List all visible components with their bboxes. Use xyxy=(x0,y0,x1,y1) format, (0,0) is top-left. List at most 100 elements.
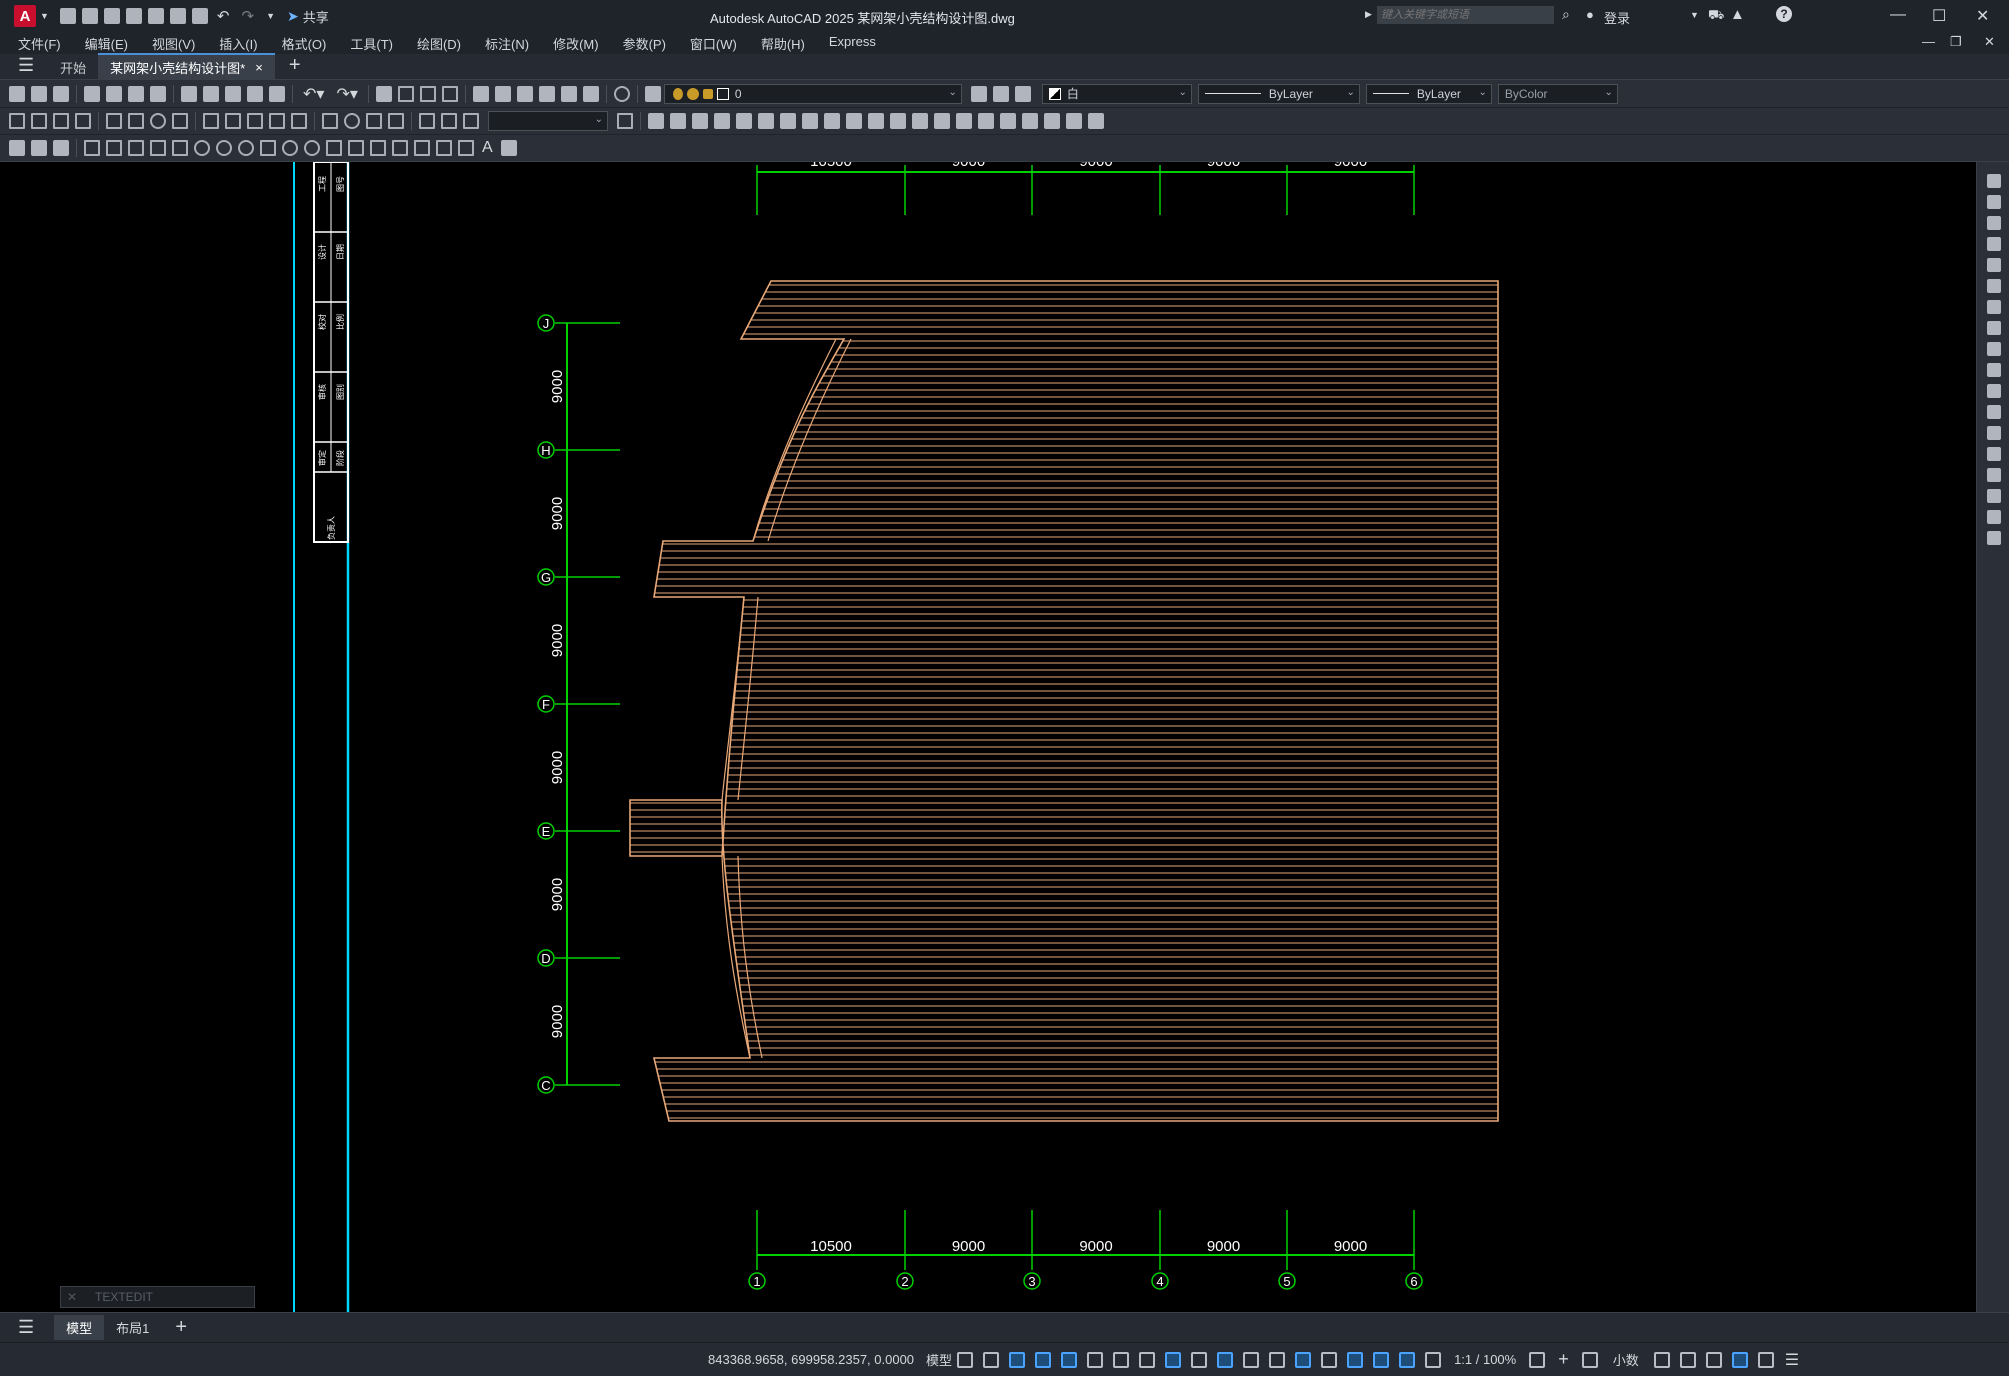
gradient-icon[interactable] xyxy=(414,140,430,156)
layout-menu-icon[interactable]: ☰ xyxy=(18,1317,34,1338)
mod-break-icon[interactable] xyxy=(890,113,906,129)
app-menu-dropdown-icon[interactable]: ▼ xyxy=(40,11,49,21)
menu-window[interactable]: 窗口(W) xyxy=(690,34,737,53)
zoom-window-icon[interactable] xyxy=(419,85,436,102)
rt-erase-icon[interactable] xyxy=(1986,174,2001,188)
hardware-acceleration-icon[interactable] xyxy=(1731,1351,1748,1368)
print-icon[interactable] xyxy=(191,8,208,24)
tab-layout1[interactable]: 布局1 xyxy=(104,1315,161,1340)
isolate-objects-icon[interactable] xyxy=(1705,1351,1722,1368)
tab-drawing[interactable]: 某网架小壳结构设计图* × xyxy=(98,53,275,79)
rt-copy-icon[interactable] xyxy=(1986,195,2001,209)
publish-icon[interactable] xyxy=(128,85,144,102)
quickcalc-icon[interactable] xyxy=(582,85,599,102)
layer-dropdown[interactable]: 0 ⌄ xyxy=(663,83,962,104)
search-icon[interactable]: ⌕ xyxy=(1562,6,1570,23)
inspect-icon[interactable] xyxy=(366,113,382,129)
dimedit-icon[interactable] xyxy=(419,113,435,129)
dynamic-input-icon[interactable] xyxy=(1035,1351,1052,1368)
rt-rotate-icon[interactable] xyxy=(1986,300,2001,314)
grid-icon[interactable] xyxy=(957,1351,974,1368)
annotation-visibility-icon[interactable] xyxy=(1373,1351,1390,1368)
tab-start[interactable]: 开始 xyxy=(48,55,98,79)
dimstyle-dropdown[interactable]: ⌄ xyxy=(488,111,608,131)
open-icon[interactable] xyxy=(31,85,47,102)
object-snap-tracking-icon[interactable] xyxy=(1139,1351,1156,1368)
toolpalettes-icon[interactable] xyxy=(516,85,533,102)
mod-rotate-icon[interactable] xyxy=(780,113,796,129)
hamburger-menu-icon[interactable]: ☰ xyxy=(18,55,34,76)
selection-filter-icon[interactable] xyxy=(1321,1351,1338,1368)
rt-array-icon[interactable] xyxy=(1986,258,2001,272)
sheetset-icon[interactable] xyxy=(538,85,555,102)
cut-icon[interactable] xyxy=(181,85,197,102)
selection-cycling-icon[interactable] xyxy=(1243,1351,1260,1368)
copy-icon[interactable] xyxy=(203,85,219,102)
isometric-icon[interactable] xyxy=(1113,1351,1130,1368)
block-icon[interactable] xyxy=(348,140,364,156)
polygon-icon[interactable] xyxy=(150,140,166,156)
layer-properties-icon[interactable] xyxy=(644,85,661,102)
rt-fillet-icon[interactable] xyxy=(1986,489,2001,503)
qnew-icon[interactable] xyxy=(9,85,25,102)
menu-help[interactable]: 帮助(H) xyxy=(761,34,805,53)
mod-splinedit-icon[interactable] xyxy=(1044,113,1060,129)
transparency-icon[interactable] xyxy=(1217,1351,1234,1368)
mod-chamfer-icon[interactable] xyxy=(934,113,950,129)
coordinates-readout[interactable]: 843368.9658, 699958.2357, 0.0000 xyxy=(708,1352,914,1367)
login-dropdown-icon[interactable]: ▼ xyxy=(1690,10,1699,20)
drawing-canvas[interactable]: 工程图号设计日期校对比例审核图别审定阶段负责人 1 2 3 4 5 6 10500 10500… xyxy=(0,162,1976,1312)
rt-stretch-icon[interactable] xyxy=(1986,342,2001,356)
tab-close-icon[interactable]: × xyxy=(255,60,263,75)
pan-icon[interactable] xyxy=(375,85,392,102)
linetype-dropdown[interactable]: ByLayer ⌄ xyxy=(1197,83,1360,104)
circle-icon[interactable] xyxy=(216,140,232,156)
command-line[interactable]: ✕ TEXTEDIT xyxy=(60,1286,255,1308)
save-icon[interactable] xyxy=(103,8,120,24)
dim-ordinate-icon[interactable] xyxy=(75,113,91,129)
polyline-icon[interactable] xyxy=(128,140,144,156)
table-icon[interactable] xyxy=(458,140,474,156)
help-tb-icon[interactable] xyxy=(613,85,630,102)
color-dropdown[interactable]: 白 ⌄ xyxy=(1041,83,1192,104)
share-button[interactable]: 共享 xyxy=(303,7,329,26)
menu-dimension[interactable]: 标注(N) xyxy=(485,34,529,53)
app-logo[interactable]: A xyxy=(14,5,36,27)
rt-blend-icon[interactable] xyxy=(1986,510,2001,524)
save-tb-icon[interactable] xyxy=(53,85,69,102)
mod-fillet-icon[interactable] xyxy=(956,113,972,129)
mod-copy-icon[interactable] xyxy=(670,113,686,129)
dim-baseline-icon[interactable] xyxy=(225,113,241,129)
mod-offset-icon[interactable] xyxy=(714,113,730,129)
jogged-linear-icon[interactable] xyxy=(388,113,404,129)
dimtedit-icon[interactable] xyxy=(441,113,457,129)
menu-modify[interactable]: 修改(M) xyxy=(553,34,599,53)
mod-explode-icon[interactable] xyxy=(1000,113,1016,129)
rt-join-icon[interactable] xyxy=(1986,447,2001,461)
maximize-icon[interactable]: ☐ xyxy=(1932,6,1946,26)
mod-hatchedit-icon[interactable] xyxy=(1066,113,1082,129)
close-icon[interactable]: ✕ xyxy=(1976,6,1989,26)
rt-chamfer-icon[interactable] xyxy=(1986,468,2001,482)
help-icon[interactable]: ? xyxy=(1776,6,1792,22)
redo-tb-icon[interactable]: ↷▾ xyxy=(336,84,357,104)
menu-tools[interactable]: 工具(T) xyxy=(350,34,393,53)
gizmo-icon[interactable] xyxy=(1347,1351,1364,1368)
doc-minimize-icon[interactable]: — xyxy=(1922,34,1935,49)
rt-explode-icon[interactable] xyxy=(1986,531,2001,545)
menu-edit[interactable]: 编辑(E) xyxy=(85,34,128,53)
matchprop-icon[interactable] xyxy=(247,85,263,102)
mod-array-icon[interactable] xyxy=(736,113,752,129)
dim-update-icon[interactable] xyxy=(463,113,479,129)
dim-radius-icon[interactable] xyxy=(106,113,122,129)
properties-icon[interactable] xyxy=(472,85,489,102)
dynamic-ucs-icon[interactable] xyxy=(1295,1351,1312,1368)
user-icon[interactable]: ● xyxy=(1586,7,1594,22)
redo-icon[interactable]: ↷ xyxy=(242,7,255,25)
layer-previous-icon[interactable] xyxy=(992,85,1009,102)
command-input[interactable]: TEXTEDIT xyxy=(95,1290,153,1304)
clean-screen-icon[interactable] xyxy=(1757,1351,1774,1368)
insert-icon[interactable] xyxy=(326,140,342,156)
center-mark-icon[interactable] xyxy=(344,113,360,129)
layer-match-icon[interactable] xyxy=(1014,85,1031,102)
